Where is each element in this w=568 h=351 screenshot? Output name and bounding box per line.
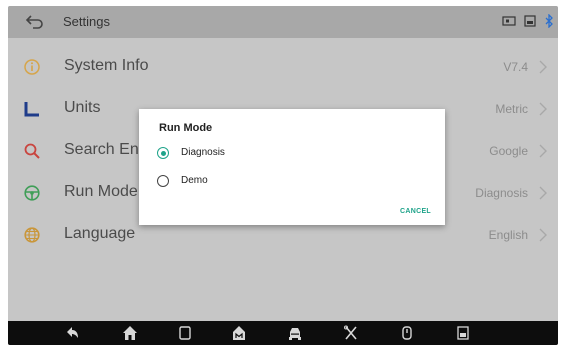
tools-icon[interactable] [343, 325, 359, 341]
settings-item-label: Language [64, 225, 136, 242]
back-icon[interactable] [25, 15, 45, 29]
chevron-right-icon [539, 144, 547, 158]
language-icon [24, 227, 40, 243]
home-icon[interactable] [122, 325, 138, 341]
chevron-right-icon [539, 228, 547, 242]
cancel-button[interactable]: CANCEL [400, 208, 431, 215]
radio-option-demo[interactable]: Demo [157, 174, 357, 190]
settings-item-value: V7.4 [503, 60, 528, 74]
radio-option-diagnosis[interactable]: Diagnosis [157, 146, 357, 162]
search-icon [24, 143, 40, 159]
settings-item-label: Units [64, 99, 101, 116]
chevron-right-icon [539, 60, 547, 74]
units-icon [24, 102, 39, 117]
chevron-right-icon [539, 102, 547, 116]
settings-item-label: System Info [64, 57, 149, 74]
car-icon[interactable] [287, 325, 303, 341]
tablet-screen: Settings System Info V7.4 Units Metric S… [8, 6, 558, 345]
settings-item-value: English [488, 228, 528, 242]
diagnostics-icon[interactable] [399, 325, 415, 341]
settings-item-label: Run Mode [64, 183, 138, 200]
radio-option-label: Diagnosis [181, 147, 225, 158]
screen-record-icon[interactable] [502, 14, 516, 28]
settings-item-value: Metric [495, 102, 528, 116]
settings-item-system-info[interactable]: System Info V7.4 [8, 48, 558, 88]
bluetooth-icon [545, 14, 553, 28]
steering-wheel-icon [24, 185, 40, 201]
screenshot-nav-icon[interactable] [455, 325, 471, 341]
settings-item-value: Diagnosis [475, 186, 528, 200]
radio-option-label: Demo [181, 175, 208, 186]
dialog-title: Run Mode [159, 122, 213, 134]
vci-icon[interactable] [231, 325, 247, 341]
page-title: Settings [63, 14, 110, 29]
screenshot-icon[interactable] [523, 14, 537, 28]
recent-apps-icon[interactable] [177, 325, 193, 341]
title-bar: Settings [8, 6, 558, 38]
settings-item-value: Google [489, 144, 528, 158]
chevron-right-icon [539, 186, 547, 200]
run-mode-dialog: Run Mode Diagnosis Demo CANCEL [139, 109, 445, 225]
radio-selected-icon[interactable] [157, 147, 169, 159]
navigation-bar [8, 321, 558, 345]
radio-unselected-icon[interactable] [157, 175, 169, 187]
back-nav-icon[interactable] [64, 325, 80, 341]
info-icon [24, 59, 40, 75]
